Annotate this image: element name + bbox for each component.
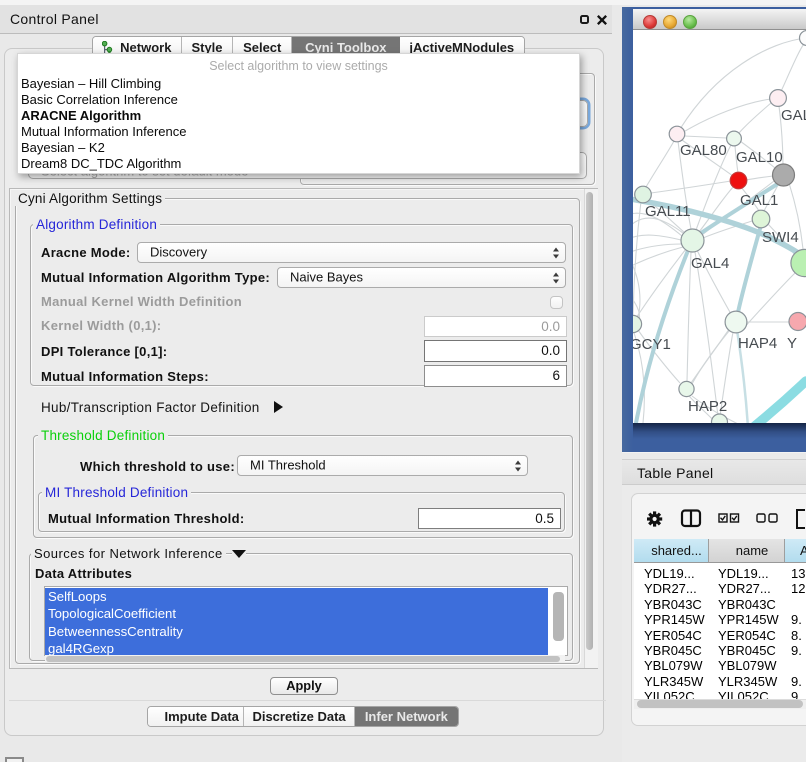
svg-text:GAL10: GAL10 bbox=[736, 149, 783, 166]
svg-text:SWI4: SWI4 bbox=[762, 229, 799, 246]
svg-text:GAL1: GAL1 bbox=[740, 192, 778, 209]
svg-text:HAP2: HAP2 bbox=[688, 398, 727, 415]
svg-text:GAL80: GAL80 bbox=[680, 142, 727, 159]
svg-text:GCY1: GCY1 bbox=[633, 336, 671, 353]
svg-text:HAP4: HAP4 bbox=[738, 335, 777, 352]
svg-text:GAL4: GAL4 bbox=[691, 255, 729, 272]
svg-text:GAL11: GAL11 bbox=[645, 203, 691, 220]
svg-text:Y: Y bbox=[787, 335, 797, 352]
svg-text:GAL7: GAL7 bbox=[781, 107, 806, 124]
